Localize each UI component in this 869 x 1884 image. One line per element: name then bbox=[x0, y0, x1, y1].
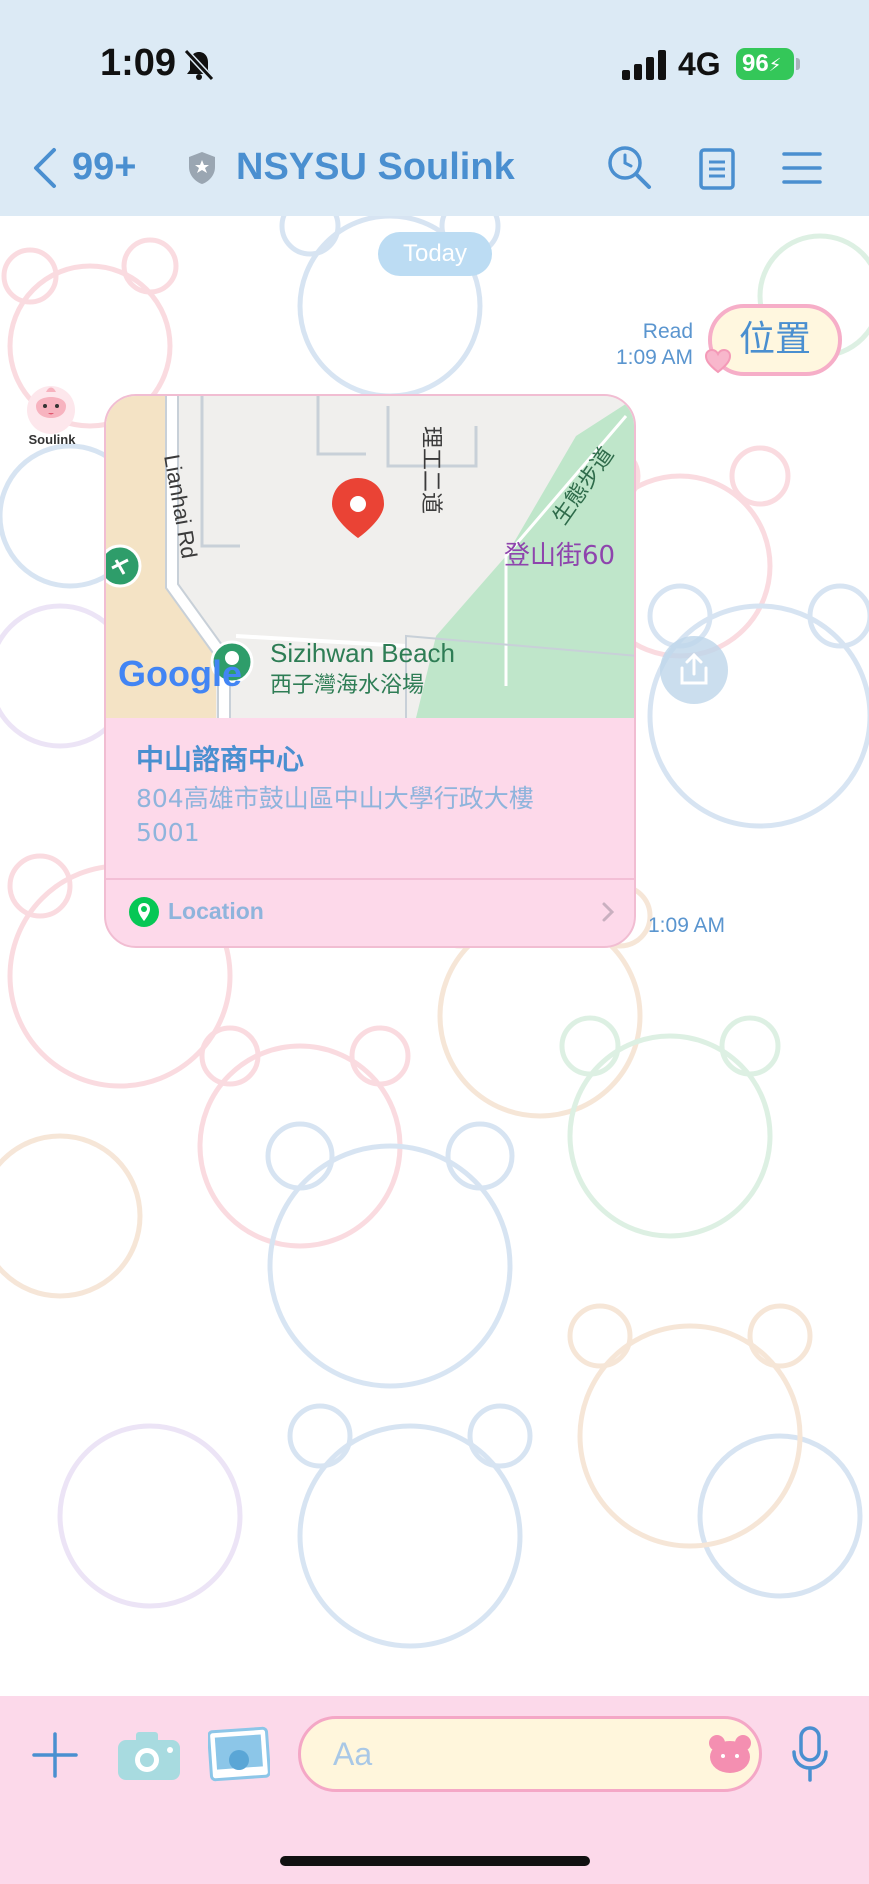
menu-icon[interactable] bbox=[782, 150, 822, 186]
camera-icon[interactable] bbox=[116, 1730, 182, 1782]
back-chevron-icon[interactable] bbox=[30, 146, 60, 190]
location-action-label[interactable]: Location bbox=[168, 898, 264, 925]
chat-title[interactable]: NSYSU Soulink bbox=[236, 146, 515, 189]
message-input[interactable] bbox=[298, 1716, 762, 1792]
incoming-time: 1:09 AM bbox=[648, 914, 726, 937]
place-address: 804高雄市鼓山區中山大學行政大樓5001 bbox=[136, 784, 534, 847]
map-label-beach-zh: 西子灣海水浴場 bbox=[270, 673, 424, 698]
shield-icon bbox=[189, 152, 215, 184]
date-separator: Today bbox=[378, 232, 492, 276]
park-marker-icon bbox=[106, 544, 142, 588]
battery-level: 96 bbox=[742, 50, 769, 77]
battery-indicator: 96⚡ bbox=[736, 48, 794, 80]
map-label-ligong: 理工二道 bbox=[418, 426, 443, 514]
location-card[interactable]: Lianhai Rd 理工二道 生態步道 登山街60 Sizihwan Beac… bbox=[104, 394, 636, 948]
share-button[interactable] bbox=[660, 636, 728, 704]
outgoing-time: 1:09 AM bbox=[615, 346, 693, 369]
map-label-street: 登山街60 bbox=[504, 541, 615, 571]
map-label-beach-en: Sizihwan Beach bbox=[270, 638, 455, 668]
share-icon bbox=[680, 652, 708, 685]
charging-bolt-icon: ⚡ bbox=[768, 55, 782, 75]
plus-icon[interactable] bbox=[32, 1732, 78, 1778]
microphone-icon[interactable] bbox=[790, 1726, 830, 1782]
google-logo: Google bbox=[118, 653, 242, 694]
search-icon[interactable] bbox=[606, 144, 652, 190]
signal-icon bbox=[622, 50, 666, 80]
bell-muted-icon bbox=[183, 48, 215, 82]
map-preview[interactable]: Lianhai Rd 理工二道 生態步道 登山街60 Sizihwan Beac… bbox=[106, 396, 636, 718]
read-receipt: Read bbox=[642, 320, 693, 343]
chevron-right-icon bbox=[602, 902, 615, 922]
place-name: 中山諮商中心 bbox=[136, 743, 305, 776]
location-pin-icon bbox=[129, 897, 159, 927]
gallery-icon[interactable] bbox=[208, 1726, 270, 1782]
sticker-bear-icon[interactable] bbox=[708, 1734, 752, 1774]
status-time: 1:09 bbox=[100, 42, 177, 84]
card-divider bbox=[106, 878, 634, 880]
heart-icon bbox=[704, 348, 732, 374]
network-type: 4G bbox=[678, 46, 721, 82]
back-unread-count[interactable]: 99+ bbox=[72, 146, 136, 189]
home-indicator[interactable] bbox=[280, 1856, 590, 1866]
sender-name: Soulink bbox=[28, 432, 76, 447]
battery-cap bbox=[796, 58, 800, 70]
notes-icon[interactable] bbox=[698, 148, 736, 190]
